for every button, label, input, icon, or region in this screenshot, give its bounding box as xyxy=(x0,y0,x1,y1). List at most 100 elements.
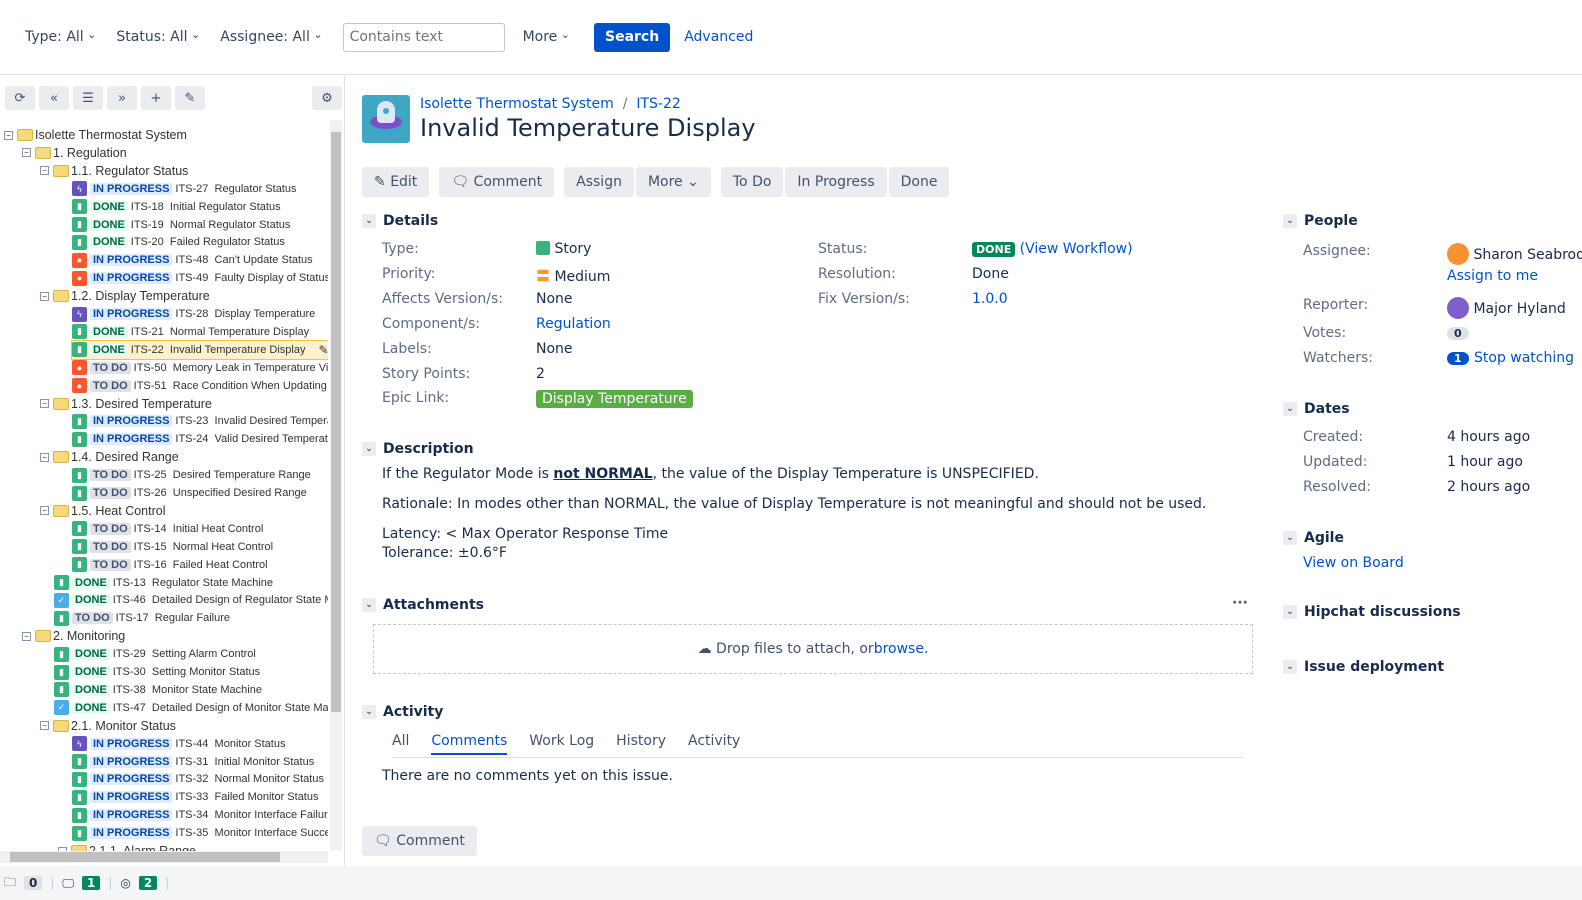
assignee-filter[interactable]: Assignee: All xyxy=(220,29,322,45)
tree-issue-row[interactable]: ϟ IN PROGRESS ITS-44 Monitor Status xyxy=(72,735,285,753)
gear-icon[interactable]: ⚙ xyxy=(312,86,342,110)
issue-deployment-header[interactable]: ⌄ Issue deployment xyxy=(1283,659,1444,675)
tab-activity[interactable]: Activity xyxy=(688,733,740,755)
done-button[interactable]: Done xyxy=(888,167,950,197)
tree-issue-row[interactable]: ▮ IN PROGRESS ITS-35 Monitor Interface Suc… xyxy=(72,824,328,842)
tree-issue-row[interactable]: ▮ TO DO ITS-17 Regular Failure xyxy=(54,609,230,627)
tree-folder[interactable]: − 1.1. Regulator Status xyxy=(40,162,188,180)
collapse-all-icon[interactable]: « xyxy=(39,86,69,110)
edit-button[interactable]: ✎ Edit xyxy=(362,167,430,197)
tree-issue-row[interactable]: ✓ DONE ITS-46 Detailed Design of Regulator… xyxy=(54,591,328,609)
tree-folder[interactable]: − 1.4. Desired Range xyxy=(40,448,179,466)
attachments-header[interactable]: ⌄ Attachments xyxy=(362,597,484,613)
tree-issue-row[interactable]: ϟ IN PROGRESS ITS-28 Display Temperature xyxy=(72,305,315,323)
tree-issue-row[interactable]: ▮ IN PROGRESS ITS-31 Initial Monitor Statu… xyxy=(72,753,314,771)
tree-vertical-scrollbar[interactable] xyxy=(330,120,342,850)
row-edit-close-icons[interactable]: ✎ ✕ xyxy=(319,343,328,357)
tree-issue-row[interactable]: ▮ IN PROGRESS ITS-34 Monitor Interface Fai… xyxy=(72,806,328,824)
assignee-value[interactable]: Sharon Seabrook xyxy=(1447,243,1582,265)
tab-all[interactable]: All xyxy=(392,733,409,755)
tree-folder[interactable]: − 1.5. Heat Control xyxy=(40,502,166,520)
tree-issue-row[interactable]: ▮ DONE ITS-19 Normal Regulator Status xyxy=(72,216,290,234)
tree-issue-row[interactable]: ▮ DONE ITS-18 Initial Regulator Status xyxy=(72,198,281,216)
people-header[interactable]: ⌄ People xyxy=(1283,213,1358,229)
tree-folder[interactable]: − 1.2. Display Temperature xyxy=(40,287,210,305)
view-workflow-link[interactable]: View Workflow xyxy=(1025,241,1127,257)
pencil-icon[interactable]: ✎ xyxy=(175,86,205,110)
tree-horizontal-scrollbar[interactable] xyxy=(0,851,328,863)
epic-link[interactable]: Display Temperature xyxy=(536,390,693,408)
watchers-count[interactable]: 1 xyxy=(1447,352,1469,365)
in-progress-button[interactable]: In Progress xyxy=(785,167,887,197)
fix-version-link[interactable]: 1.0.0 xyxy=(972,291,1008,307)
tree-issue-row[interactable]: ● IN PROGRESS ITS-49 Faulty Display of Sta… xyxy=(72,269,328,287)
assign-button[interactable]: Assign xyxy=(564,167,634,197)
tree-issue-row[interactable]: ● IN PROGRESS ITS-48 Can't Update Status xyxy=(72,251,313,269)
component-link[interactable]: Regulation xyxy=(536,316,611,332)
dates-header[interactable]: ⌄ Dates xyxy=(1283,401,1350,417)
collapse-toggle-icon[interactable]: − xyxy=(40,399,49,408)
search-button[interactable]: Search xyxy=(594,22,671,52)
advanced-link[interactable]: Advanced xyxy=(684,29,753,45)
hipchat-header[interactable]: ⌄ Hipchat discussions xyxy=(1283,604,1461,620)
tree-issue-row[interactable]: ▮ DONE ITS-29 Setting Alarm Control xyxy=(54,645,256,663)
tree-issue-row[interactable]: ▮ DONE ITS-20 Failed Regulator Status xyxy=(72,233,285,251)
tab-history[interactable]: History xyxy=(616,733,666,755)
tree-issue-row[interactable]: ▮ IN PROGRESS ITS-32 Normal Monitor Status xyxy=(72,770,324,788)
tree-folder[interactable]: − 1. Regulation xyxy=(22,144,127,162)
tree-issue-row[interactable]: ▮ DONE ITS-21 Normal Temperature Display xyxy=(72,323,309,341)
more-options-icon[interactable]: ··· xyxy=(1232,595,1248,611)
tree-issue-row[interactable]: ▮ DONE ITS-30 Setting Monitor Status xyxy=(54,663,260,681)
collapse-toggle-icon[interactable]: − xyxy=(40,291,49,301)
tree-issue-row[interactable]: ● TO DO ITS-50 Memory Leak in Temperature … xyxy=(72,359,328,377)
agile-header[interactable]: ⌄ Agile xyxy=(1283,530,1344,546)
collapse-toggle-icon[interactable]: − xyxy=(40,506,49,516)
tree-folder[interactable]: − 2. Monitoring xyxy=(22,627,125,645)
tree-folder[interactable]: − Isolette Thermostat System xyxy=(4,126,187,144)
details-header[interactable]: ⌄ Details xyxy=(362,213,438,229)
tree-issue-row[interactable]: ▮ DONE ITS-38 Monitor State Machine xyxy=(54,681,262,699)
tree-issue-row[interactable]: ▮ IN PROGRESS ITS-24 Valid Desired Tempera… xyxy=(72,430,328,448)
attachment-dropzone[interactable]: ☁ Drop files to attach, or browse. xyxy=(373,624,1253,674)
tree-folder[interactable]: − 2.1. Monitor Status xyxy=(40,717,176,735)
status-filter[interactable]: Status: All xyxy=(116,29,200,45)
collapse-toggle-icon[interactable]: − xyxy=(22,148,31,158)
add-icon[interactable]: + xyxy=(141,86,171,110)
breadcrumb-project[interactable]: Isolette Thermostat System xyxy=(420,96,614,112)
expand-all-icon[interactable]: » xyxy=(107,86,137,110)
reporter-value[interactable]: Major Hyland xyxy=(1447,297,1566,319)
tree-issue-row[interactable]: ● TO DO ITS-51 Race Condition When Updatin… xyxy=(72,377,328,395)
tree-issue-row[interactable]: ▮ DONE ITS-13 Regulator State Machine xyxy=(54,574,273,592)
todo-button[interactable]: To Do xyxy=(720,167,784,197)
collapse-toggle-icon[interactable]: − xyxy=(40,452,49,462)
collapse-toggle-icon[interactable]: − xyxy=(22,631,31,641)
contains-text-input[interactable] xyxy=(342,22,505,52)
tree-issue-row[interactable]: ▮ TO DO ITS-14 Initial Heat Control xyxy=(72,520,263,538)
description-header[interactable]: ⌄ Description xyxy=(362,441,474,457)
tree-issue-row[interactable]: ▮ TO DO ITS-26 Unspecified Desired Range xyxy=(72,484,307,502)
view-on-board-link[interactable]: View on Board xyxy=(1303,555,1404,571)
add-comment-button[interactable]: 🗨 Comment xyxy=(362,826,477,856)
tree-folder[interactable]: − 1.3. Desired Temperature xyxy=(40,395,212,413)
votes-count[interactable]: 0 xyxy=(1447,327,1469,340)
tree-issue-row[interactable]: ✓ DONE ITS-47 Detailed Design of Monitor S… xyxy=(54,699,328,717)
more-button[interactable]: More ⌄ xyxy=(635,167,711,197)
collapse-toggle-icon[interactable]: − xyxy=(40,166,49,176)
tree-issue-row[interactable]: ▮ TO DO ITS-16 Failed Heat Control xyxy=(72,556,268,574)
activity-header[interactable]: ⌄ Activity xyxy=(362,704,443,720)
tree-issue-row[interactable]: ▮ TO DO ITS-25 Desired Temperature Range xyxy=(72,466,311,484)
tree-issue-row[interactable]: ▮ DONE ITS-22 Invalid Temperature Display ✎… xyxy=(71,339,328,360)
breadcrumb-issue-key[interactable]: ITS-22 xyxy=(636,96,680,112)
tab-comments[interactable]: Comments xyxy=(431,733,508,755)
more-filter[interactable]: More xyxy=(523,29,570,45)
collapse-toggle-icon[interactable]: − xyxy=(4,130,13,140)
refresh-icon[interactable]: ⟳ xyxy=(5,86,35,110)
stop-watching-link[interactable]: Stop watching xyxy=(1474,350,1574,366)
collapse-toggle-icon[interactable]: − xyxy=(40,721,49,731)
browse-link[interactable]: browse. xyxy=(874,641,929,657)
tree-issue-row[interactable]: ϟ IN PROGRESS ITS-27 Regulator Status xyxy=(72,180,296,198)
list-icon[interactable]: ☰ xyxy=(73,86,103,110)
tree-issue-row[interactable]: ▮ IN PROGRESS ITS-23 Invalid Desired Tempe… xyxy=(72,412,328,430)
tab-work-log[interactable]: Work Log xyxy=(529,733,594,755)
type-filter[interactable]: Type: All xyxy=(25,29,96,45)
